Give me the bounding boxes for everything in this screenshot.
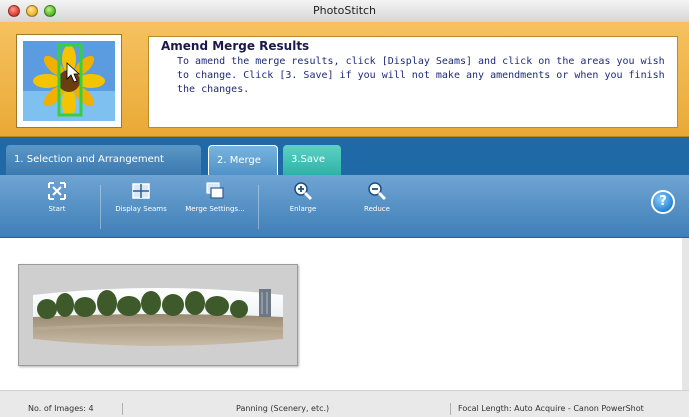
stitch-mode-status: Panning (Scenery, etc.) — [236, 404, 330, 413]
start-icon — [48, 182, 66, 200]
instruction-text: To amend the merge results, click [Displ… — [177, 56, 665, 95]
title-bar: PhotoStitch — [0, 0, 689, 23]
merge-illustration — [16, 34, 122, 128]
reduce-button[interactable]: Reduce — [346, 181, 408, 233]
reduce-label: Reduce — [364, 205, 390, 213]
enlarge-label: Enlarge — [289, 205, 317, 213]
merge-settings-icon — [206, 182, 224, 199]
enlarge-button[interactable]: Enlarge — [272, 181, 334, 233]
focal-length-status: Focal Length: Auto Acquire - Canon Power… — [458, 404, 644, 413]
app-window: PhotoStitch Amend Merge Results To amend… — [0, 0, 689, 417]
preview-area — [0, 238, 689, 391]
image-count-status: No. of Images: 4 — [28, 404, 94, 413]
panorama-thumbnail[interactable] — [18, 264, 298, 366]
status-bar: No. of Images: 4 Panning (Scenery, etc.)… — [0, 391, 689, 417]
preview-scrollbar[interactable] — [682, 238, 689, 390]
step-tabs: 1. Selection and Arrangement 2. Merge 3.… — [0, 137, 689, 175]
panorama-image — [33, 288, 283, 346]
start-label: Start — [48, 205, 66, 213]
reduce-icon — [368, 182, 387, 201]
instruction-header: Amend Merge Results To amend the merge r… — [0, 22, 689, 137]
status-divider — [450, 403, 451, 415]
merge-settings-label: Merge Settings... — [185, 205, 245, 213]
display-seams-label: Display Seams — [115, 205, 167, 213]
merge-toolbar: Start Display Seams Merge Settings... En… — [0, 175, 689, 238]
tab-selection-and-arrangement[interactable]: 1. Selection and Arrangement — [6, 145, 201, 175]
toolbar-divider — [100, 185, 101, 229]
tab-merge[interactable]: 2. Merge — [208, 145, 278, 175]
start-button[interactable]: Start — [26, 181, 88, 233]
merge-settings-button[interactable]: Merge Settings... — [184, 181, 246, 233]
instruction-panel: Amend Merge Results To amend the merge r… — [148, 36, 678, 128]
instruction-heading: Amend Merge Results — [161, 39, 310, 53]
status-divider — [122, 403, 123, 415]
toolbar-divider — [258, 185, 259, 229]
help-icon[interactable]: ? — [651, 190, 675, 214]
tab-save[interactable]: 3.Save — [283, 145, 341, 175]
window-title: PhotoStitch — [312, 4, 377, 17]
enlarge-icon — [294, 182, 313, 201]
display-seams-icon — [132, 183, 150, 199]
display-seams-button[interactable]: Display Seams — [110, 181, 172, 233]
sunflower-image — [23, 41, 115, 121]
